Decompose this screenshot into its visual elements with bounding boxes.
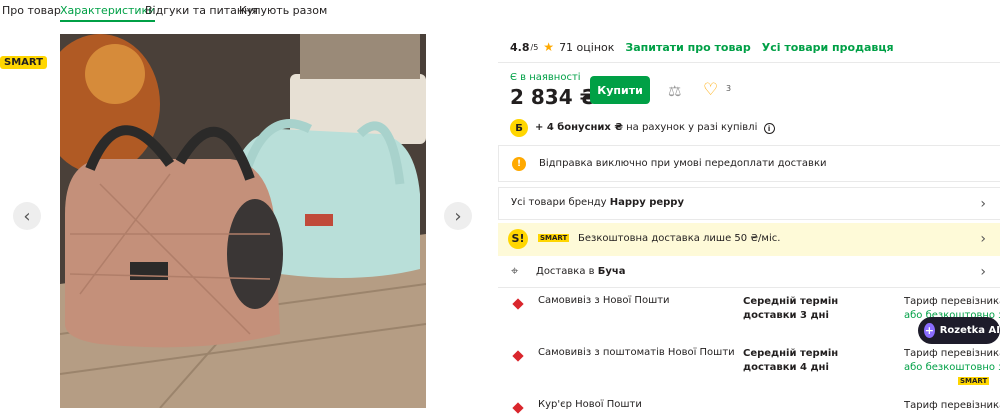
gallery-next-button[interactable]: › xyxy=(444,202,472,230)
rozetka-ai-button[interactable]: + Rozetka AI xyxy=(918,317,1000,344)
nova-poshta-icon xyxy=(508,294,528,314)
chevron-right-icon: › xyxy=(980,196,986,212)
delivery-option-term: Середній термін доставки 3 дні xyxy=(743,296,839,321)
chevron-right-icon: › xyxy=(980,264,986,280)
star-icon: ★ xyxy=(543,40,555,54)
smart-tag: SMART xyxy=(538,234,570,242)
tab-characteristics[interactable]: Характеристики xyxy=(60,4,156,22)
delivery-option-tariff: Тариф перевізника або безкоштовно з xyxy=(904,347,1000,375)
favorites-count: 3 xyxy=(726,84,732,93)
smart-text: Безкоштовна доставка лише 50 ₴/міс. xyxy=(578,233,781,244)
stock-status: Є в наявності xyxy=(510,72,581,83)
compare-scales-icon[interactable]: ⚖ xyxy=(668,82,681,100)
smart-tag: SMART xyxy=(958,377,990,385)
chevron-right-icon: › xyxy=(454,205,462,227)
bonus-info: + 4 бонусних ₴ на рахунок у разі купівлі… xyxy=(535,122,775,134)
reviews-link[interactable]: 71 оцінок xyxy=(559,41,614,54)
brand-name: Happy peppy xyxy=(609,197,684,208)
tariff-text: Тариф перевізника xyxy=(904,348,1000,359)
rozetka-ai-label: Rozetka AI xyxy=(939,325,1000,336)
tab-about[interactable]: Про товар xyxy=(2,4,61,17)
buy-button[interactable]: Купити xyxy=(590,76,650,104)
bonus-icon: Б xyxy=(510,119,528,137)
delivery-option-tariff: Тариф перевізника xyxy=(904,399,1000,413)
plus-icon: + xyxy=(924,323,935,338)
heart-icon[interactable]: ♡ xyxy=(703,80,718,100)
brand-text: Усі товари бренду Happy peppy xyxy=(511,197,684,208)
tariff-text: Тариф перевізника xyxy=(904,296,1000,307)
chevron-right-icon: › xyxy=(980,231,986,247)
smart-badge: SMART xyxy=(0,56,47,69)
nova-poshta-icon xyxy=(508,398,528,418)
delivery-prefix: Доставка в xyxy=(536,266,595,277)
delivery-option-name: Кур'єр Нової Пошти xyxy=(538,399,642,410)
brand-prefix: Усі товари бренду xyxy=(511,197,607,208)
rating-score: 4.8 xyxy=(510,40,530,54)
product-photo[interactable] xyxy=(60,34,426,408)
ask-question-link[interactable]: Запитати про товар xyxy=(625,41,750,54)
tab-bought-together[interactable]: Купують разом xyxy=(239,4,327,17)
rating-max: /5 xyxy=(530,42,539,52)
rating-row: 4.8 /5 ★ 71 оцінок Запитати про товар Ус… xyxy=(510,40,894,54)
product-photo-art xyxy=(60,34,426,408)
tariff-text: Тариф перевізника xyxy=(904,400,1000,411)
chevron-left-icon: ‹ xyxy=(23,205,31,227)
prepayment-warning: ! Відправка виключно при умові передопла… xyxy=(498,145,1000,182)
delivery-option-term: Середній термін доставки 4 дні xyxy=(743,348,839,373)
smart-logo-icon: S! xyxy=(508,229,528,249)
location-pin-icon: ⌖ xyxy=(511,264,519,279)
seller-products-link[interactable]: Усі товари продавця xyxy=(762,41,894,54)
delivery-city: Доставка в Буча xyxy=(536,266,625,277)
warning-text: Відправка виключно при умові передоплати… xyxy=(539,158,827,169)
smart-subscription-row[interactable]: S! SMART Безкоштовна доставка лише 50 ₴/… xyxy=(498,223,1000,256)
brand-products-link[interactable]: Усі товари бренду Happy peppy › xyxy=(498,187,1000,220)
tariff-free-text: або безкоштовно з xyxy=(904,362,1000,373)
bonus-text: на рахунок у разі купівлі xyxy=(626,122,758,133)
product-price: 2 834 ₴ xyxy=(510,85,597,109)
nova-poshta-icon xyxy=(508,346,528,366)
warning-icon: ! xyxy=(512,157,526,171)
product-info-panel: 4.8 /5 ★ 71 оцінок Запитати про товар Ус… xyxy=(498,27,1000,411)
info-icon[interactable]: i xyxy=(763,123,775,134)
product-gallery: SMART ‹ › xyxy=(0,34,487,408)
delivery-option-name: Самовивіз з Нової Пошти xyxy=(538,295,670,306)
delivery-option-name: Самовивіз з поштоматів Нової Пошти xyxy=(538,347,735,358)
product-tabs: Про товар Характеристики Відгуки та пита… xyxy=(0,0,1000,27)
delivery-city-selector[interactable]: ⌖ Доставка в Буча › xyxy=(498,258,1000,288)
divider xyxy=(498,62,1000,63)
bonus-amount: + 4 бонусних ₴ xyxy=(535,122,623,133)
gallery-prev-button[interactable]: ‹ xyxy=(13,202,41,230)
delivery-city-name: Буча xyxy=(597,266,626,277)
